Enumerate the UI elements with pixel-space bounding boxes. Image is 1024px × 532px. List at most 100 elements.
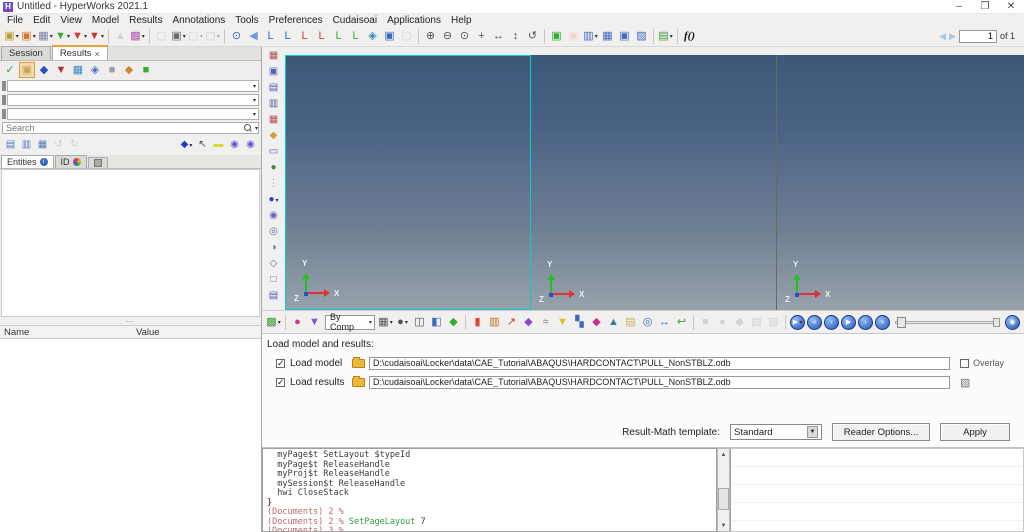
section-cut-button[interactable]: ▚ bbox=[571, 314, 588, 331]
tab-close-icon[interactable]: × bbox=[95, 49, 100, 59]
curve-button[interactable]: ↩ bbox=[673, 314, 690, 331]
apply-button[interactable]: Apply bbox=[940, 423, 1010, 441]
page-display-button[interactable]: ▤ bbox=[266, 288, 282, 304]
subcase-select[interactable]: ▾ bbox=[7, 80, 259, 92]
linked-cube-button[interactable]: ◈ bbox=[87, 62, 103, 78]
function-builder-button[interactable]: f() bbox=[681, 28, 698, 45]
paste-page-button[interactable]: ▢ ▾ bbox=[204, 28, 221, 45]
model-tools-button[interactable]: ◆ bbox=[266, 128, 282, 144]
tensor-button[interactable]: ◆ bbox=[520, 314, 537, 331]
rotate-view-button[interactable]: ↺ bbox=[524, 28, 541, 45]
slider-thumb[interactable] bbox=[897, 317, 906, 328]
entity-sets-button[interactable]: □ bbox=[266, 272, 282, 288]
combo-handle[interactable] bbox=[2, 95, 6, 105]
datatype-select[interactable]: ▾ bbox=[7, 108, 259, 120]
previous-view-button[interactable]: ◀ bbox=[245, 28, 262, 45]
display-controls-button[interactable]: ▩ ▾ bbox=[265, 314, 282, 331]
window-swap-button[interactable]: ▦ bbox=[599, 28, 616, 45]
result-math-template-select[interactable]: Standard ▼ bbox=[730, 424, 822, 440]
animation-mode-button[interactable]: ▶ ▾ bbox=[790, 314, 805, 330]
save-session-button[interactable]: ▦ ▾ bbox=[37, 28, 54, 45]
import-model-button[interactable]: ▼ ▾ bbox=[54, 28, 71, 45]
minimize-button[interactable]: – bbox=[946, 0, 972, 14]
view-filter-button[interactable]: ◆ ▾ bbox=[179, 138, 194, 153]
expand-selected-button[interactable]: ▦ bbox=[35, 138, 50, 153]
copy-button[interactable]: ▢ bbox=[153, 28, 170, 45]
viewport-window-2[interactable]: Y X Z bbox=[531, 55, 777, 310]
color-wheel-button[interactable]: ● bbox=[289, 314, 306, 331]
command-input-panel[interactable] bbox=[730, 448, 1024, 532]
model-path-input[interactable] bbox=[369, 356, 950, 370]
menu-cudaisoai[interactable]: Cudaisoai bbox=[328, 14, 382, 26]
deformed-button[interactable]: ≈ bbox=[537, 314, 554, 331]
search-icon[interactable] bbox=[243, 123, 253, 133]
explode-button[interactable]: ◆ bbox=[445, 314, 462, 331]
view-zy-button[interactable]: L bbox=[347, 28, 364, 45]
center-window-button[interactable]: ◇ bbox=[266, 256, 282, 272]
import-results-button[interactable]: ▼ bbox=[53, 62, 69, 78]
show-hide-button[interactable]: ◉ bbox=[227, 138, 242, 153]
menu-results[interactable]: Results bbox=[124, 14, 167, 26]
exploded-view-button[interactable]: ◆ bbox=[588, 314, 605, 331]
open-session-button[interactable]: ▣ ▾ bbox=[20, 28, 37, 45]
tracking-button[interactable]: ▲ bbox=[605, 314, 622, 331]
paste-button[interactable]: ▢ ▾ bbox=[187, 28, 204, 45]
next-page-button[interactable]: ▶ bbox=[949, 31, 956, 42]
new-session-button[interactable]: ▣ ▾ bbox=[3, 28, 20, 45]
scrollbar-thumb[interactable] bbox=[718, 488, 729, 510]
edit-session-button[interactable]: ✓ bbox=[2, 62, 18, 78]
close-button[interactable]: ✕ bbox=[998, 0, 1024, 14]
scroll-down-icon[interactable]: ▼ bbox=[718, 520, 729, 531]
scrollbar-track[interactable] bbox=[718, 460, 729, 520]
parameters-browser-button[interactable]: ▤ ▾ bbox=[657, 28, 674, 45]
render-spheres-button[interactable]: ● bbox=[266, 160, 282, 176]
contour-cube-button[interactable]: ▦ bbox=[70, 62, 86, 78]
iso-value-button[interactable]: ▥ bbox=[486, 314, 503, 331]
contour-button[interactable]: ▮ bbox=[469, 314, 486, 331]
animation-slider[interactable] bbox=[895, 315, 1000, 329]
paste-window-button[interactable]: ▥ bbox=[266, 96, 282, 112]
previous-page-button[interactable]: ◀ bbox=[939, 31, 946, 42]
folder-icon[interactable] bbox=[352, 375, 365, 387]
add-page-button[interactable]: ▣ bbox=[548, 28, 565, 45]
translate-h-button[interactable]: ↔ bbox=[490, 28, 507, 45]
fit-window-button[interactable]: ▣ bbox=[381, 28, 398, 45]
gray-cube-button[interactable]: ■ bbox=[104, 62, 120, 78]
view-iso-button[interactable]: ◈ bbox=[364, 28, 381, 45]
shaded-mode-button[interactable]: ● ▾ bbox=[394, 314, 411, 331]
tab-results[interactable]: Results × bbox=[51, 45, 108, 60]
chevron-down-icon[interactable]: ▾ bbox=[255, 125, 258, 132]
value-column-header[interactable]: Value bbox=[136, 327, 160, 338]
next-frame-button[interactable]: › bbox=[858, 314, 873, 330]
color-by-select[interactable]: By Comp ▾ bbox=[325, 312, 375, 332]
animation-settings-button[interactable]: ◉ bbox=[1005, 314, 1020, 330]
tab-legend[interactable] bbox=[87, 157, 108, 168]
mask-button[interactable]: ▼ bbox=[554, 314, 571, 331]
restore-view-button[interactable]: ▢ bbox=[398, 28, 415, 45]
menu-applications[interactable]: Applications bbox=[382, 14, 446, 26]
spotlight-button[interactable]: ⊙ bbox=[228, 28, 245, 45]
measure-button[interactable]: ◎ bbox=[639, 314, 656, 331]
eye-preview-button[interactable]: ◉ bbox=[266, 208, 282, 224]
strip-grip[interactable]: ⋮ bbox=[266, 176, 282, 192]
delete-results-button[interactable]: ▨ bbox=[765, 314, 782, 331]
delete-window-button[interactable]: ▦ bbox=[266, 112, 282, 128]
view-yx-button[interactable]: L bbox=[279, 28, 296, 45]
delete-page-button[interactable]: ▣ bbox=[565, 28, 582, 45]
copy-page-button[interactable]: ▣ ▾ bbox=[170, 28, 187, 45]
load-model-checkbox[interactable] bbox=[276, 358, 285, 369]
green-cube-button[interactable]: ■ bbox=[138, 62, 154, 78]
overlay-checkbox[interactable] bbox=[960, 358, 969, 368]
console-scrollbar[interactable]: ▲ ▼ bbox=[717, 448, 730, 532]
last-frame-button[interactable]: » bbox=[875, 314, 890, 330]
export-model-button[interactable]: ▼ ▾ bbox=[71, 28, 88, 45]
orange-cube-button[interactable]: ◆ bbox=[121, 62, 137, 78]
menu-file[interactable]: File bbox=[2, 14, 28, 26]
zoom-window-button[interactable]: ◎ bbox=[266, 224, 282, 240]
combo-handle[interactable] bbox=[2, 109, 6, 119]
selector-button[interactable]: ↖ bbox=[195, 138, 210, 153]
menu-tools[interactable]: Tools bbox=[230, 14, 263, 26]
expand-all-button[interactable]: ▤ bbox=[3, 138, 18, 153]
user-profile-button[interactable]: ▲ bbox=[112, 28, 129, 45]
viewport-window-1[interactable]: Y X Z bbox=[285, 55, 531, 310]
